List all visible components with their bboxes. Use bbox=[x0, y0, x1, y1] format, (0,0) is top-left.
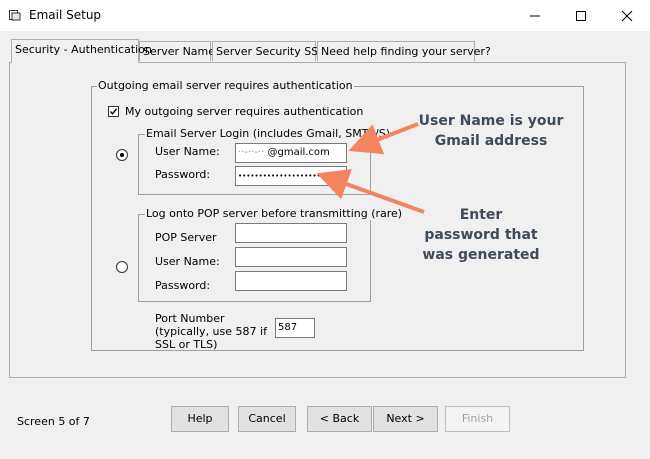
login-group-legend: Email Server Login (includes Gmail, SMTP… bbox=[145, 127, 392, 140]
window-title: Email Setup bbox=[29, 8, 102, 22]
screen-indicator: Screen 5 of 7 bbox=[17, 415, 90, 428]
tab-help-finding-server[interactable]: Need help finding your server? bbox=[317, 41, 491, 61]
password-value: •••••••••••••••••••••• bbox=[238, 172, 329, 180]
checkmark-icon bbox=[109, 108, 118, 115]
login-username-input[interactable]: ··-··-·· @gmail.com bbox=[235, 143, 347, 163]
pop-group-legend: Log onto POP server before transmitting … bbox=[145, 207, 404, 220]
cancel-button[interactable]: Cancel bbox=[238, 406, 296, 432]
login-password-input[interactable]: •••••••••••••••••••••• bbox=[235, 166, 347, 186]
port-label: Port Number (typically, use 587 if SSL o… bbox=[155, 312, 267, 351]
requires-auth-label: My outgoing server requires authenticati… bbox=[125, 105, 364, 118]
tab-security-authentication[interactable]: Security - Authentication bbox=[11, 39, 152, 63]
finish-button[interactable]: Finish bbox=[445, 406, 510, 432]
back-button[interactable]: < Back bbox=[307, 406, 372, 432]
close-icon bbox=[621, 10, 633, 21]
app-icon bbox=[9, 10, 21, 21]
next-button[interactable]: Next > bbox=[373, 406, 438, 432]
port-input[interactable]: 587 bbox=[275, 318, 315, 338]
requires-auth-checkbox[interactable] bbox=[108, 106, 119, 117]
login-radio[interactable] bbox=[116, 149, 128, 161]
radio-selected-dot bbox=[120, 153, 124, 157]
maximize-icon bbox=[576, 10, 586, 21]
maximize-button[interactable] bbox=[558, 0, 604, 31]
pop-password-input[interactable] bbox=[235, 271, 347, 291]
help-button[interactable]: Help bbox=[171, 406, 229, 432]
pop-username-label: User Name: bbox=[155, 255, 220, 268]
pop-server-label: POP Server bbox=[155, 231, 217, 244]
username-value: @gmail.com bbox=[267, 147, 330, 158]
pop-username-input[interactable] bbox=[235, 247, 347, 267]
password-annotation: Enter password that was generated bbox=[422, 207, 540, 263]
pop-password-label: Password: bbox=[155, 279, 211, 292]
minimize-button[interactable] bbox=[512, 0, 558, 31]
minimize-icon bbox=[530, 15, 540, 16]
tab-server-security-ssl[interactable]: Server Security SSL bbox=[212, 41, 324, 61]
username-obscured: ··-··-·· bbox=[238, 147, 265, 158]
username-annotation: User Name is your Gmail address bbox=[418, 113, 564, 149]
close-button[interactable] bbox=[604, 0, 650, 31]
login-password-label: Password: bbox=[155, 168, 211, 181]
pop-server-input[interactable] bbox=[235, 223, 347, 243]
pop-radio[interactable] bbox=[116, 261, 128, 273]
login-username-label: User Name: bbox=[155, 145, 220, 158]
outgoing-auth-legend: Outgoing email server requires authentic… bbox=[97, 79, 354, 92]
